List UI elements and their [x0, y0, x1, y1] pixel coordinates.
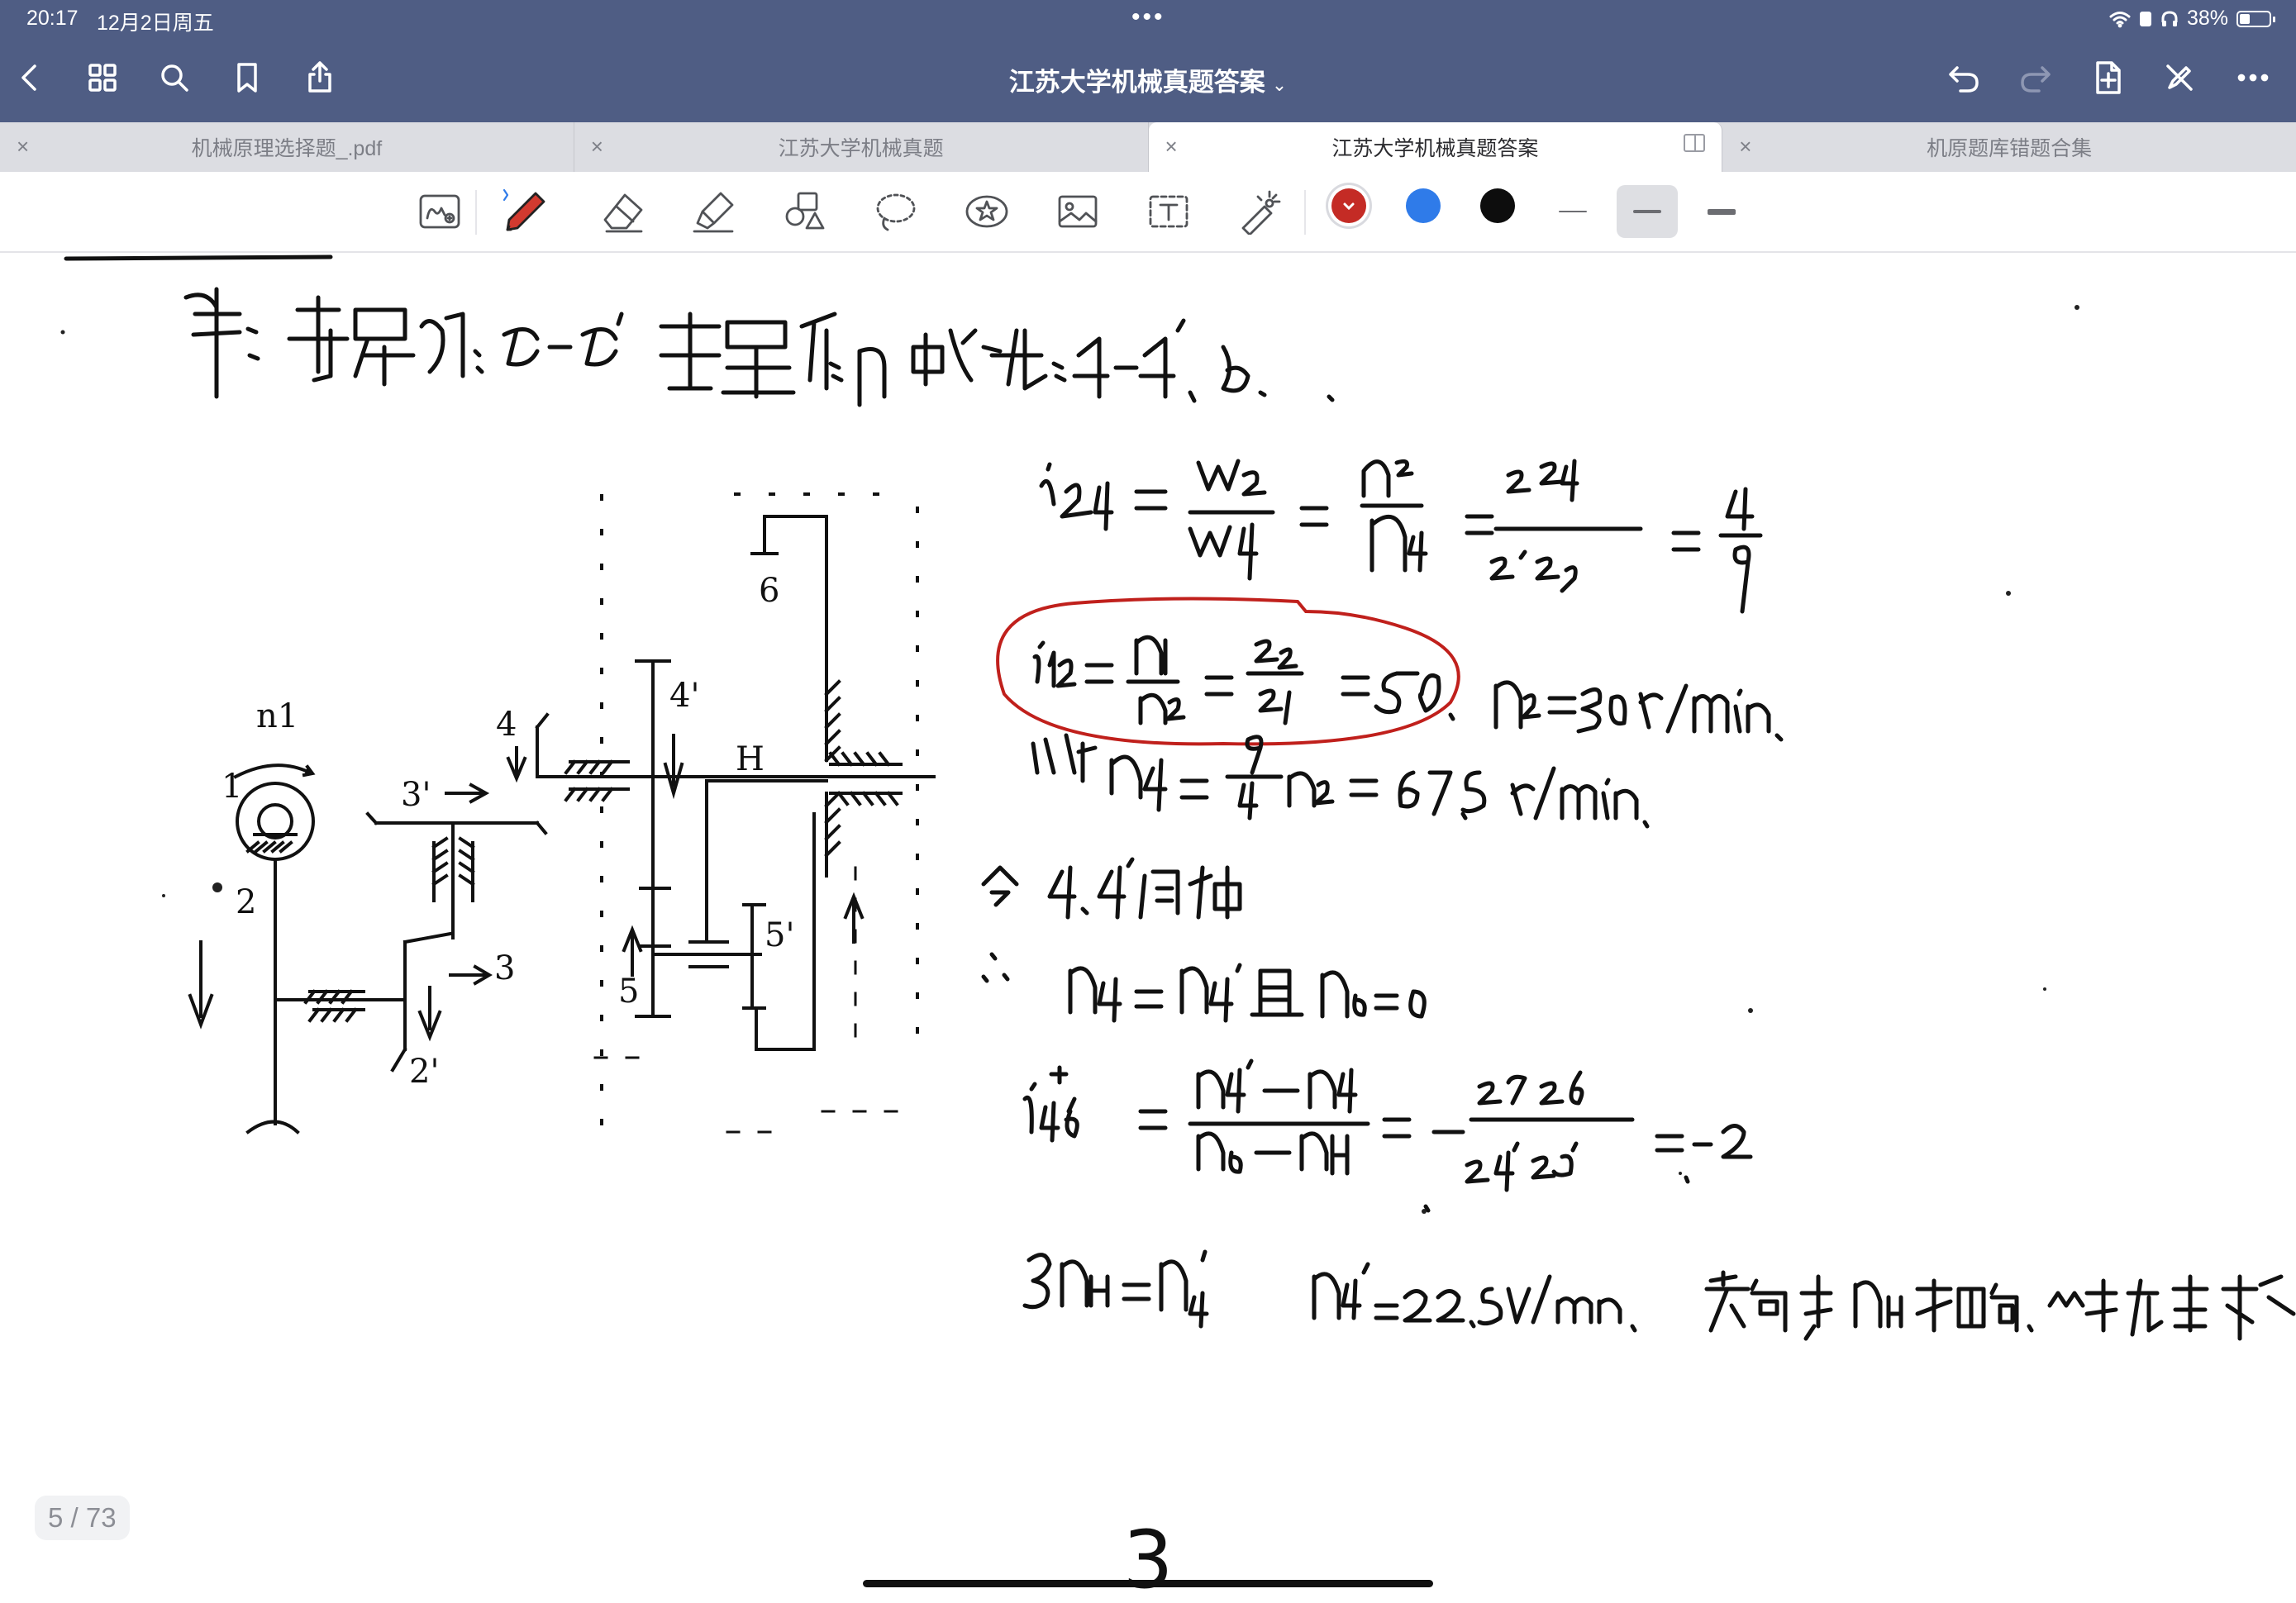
diagram-label-2-prime: 2'	[409, 1053, 439, 1091]
sticker-icon	[965, 195, 1008, 228]
pen-icon	[503, 188, 545, 231]
shapes-tool[interactable]	[779, 185, 831, 238]
color-swatch-red[interactable]	[1331, 188, 1366, 223]
more-icon	[2237, 74, 2269, 82]
diagram-label-4-prime: 4'	[669, 677, 699, 715]
close-tab-icon[interactable]: ×	[1739, 134, 1751, 159]
handwritten-solution: n1 1 2 2' 3 3' 4 4' 5 5' H 6	[60, 254, 2296, 1341]
status-date: 12月2日周五	[97, 12, 214, 35]
close-tab-icon[interactable]: ×	[591, 134, 603, 159]
add-page-button[interactable]	[2083, 53, 2132, 102]
document-tabs: × 机械原理选择题_.pdf × 江苏大学机械真题 × 江苏大学机械真题答案 ×…	[0, 122, 2296, 172]
tab-document-3-active[interactable]: × 江苏大学机械真题答案	[1148, 122, 1723, 172]
chevron-down-icon	[1343, 202, 1355, 211]
diagram-label-4: 4	[496, 706, 517, 744]
text-box-icon	[1149, 195, 1188, 228]
status-indicators: 38%	[2109, 7, 2275, 31]
app-header: 20:17 12月2日周五 ••• 38% 江苏大学机械真题答案 ⌄	[0, 0, 2296, 122]
pen-tool[interactable]	[499, 185, 552, 238]
equation-i12	[1032, 635, 1784, 742]
pen-off-icon	[2166, 64, 2193, 91]
eraser-icon	[603, 193, 643, 233]
diagram-label-1: 1	[222, 768, 242, 806]
status-time: 20:17	[26, 7, 79, 30]
highlighter-tool[interactable]	[688, 185, 741, 238]
diagram-label-2: 2	[236, 883, 256, 921]
diagram-label-6: 6	[759, 572, 779, 610]
diagram-label-5: 5	[618, 973, 639, 1011]
diagram-label-n1: n1	[256, 697, 298, 735]
headphones-icon	[2161, 10, 2178, 26]
undo-icon	[1949, 66, 1979, 93]
stroke-thick[interactable]	[1691, 185, 1752, 238]
laser-pointer-tool[interactable]	[1233, 185, 1286, 238]
tab-document-1[interactable]: × 机械原理选择题_.pdf	[0, 122, 574, 172]
image-tool[interactable]	[1051, 185, 1104, 238]
more-button[interactable]	[2228, 53, 2278, 102]
tab-label: 机原题库错题合集	[1927, 137, 2093, 160]
annotation-toolbar	[0, 172, 2296, 253]
handwriting-text-icon	[419, 194, 460, 229]
page-scrubber[interactable]	[863, 1580, 1433, 1587]
stroke-medium[interactable]	[1617, 185, 1678, 238]
color-swatch-black[interactable]	[1480, 188, 1515, 223]
equation-n4	[1031, 733, 1650, 829]
chevron-down-icon: ⌄	[1271, 74, 1288, 95]
equation-i46-H	[1022, 1058, 1753, 1213]
elements-tool[interactable]	[960, 185, 1013, 238]
redo-icon	[2021, 66, 2051, 93]
close-tab-icon[interactable]: ×	[17, 134, 29, 159]
page-number: 3	[1122, 1514, 1174, 1603]
laser-pointer-icon	[1241, 190, 1281, 235]
text-tool[interactable]	[1142, 185, 1195, 238]
lasso-tool[interactable]	[869, 185, 922, 238]
diagram-label-5-prime: 5'	[765, 916, 794, 954]
undo-button[interactable]	[1939, 53, 1989, 102]
battery-icon	[2236, 10, 2275, 27]
wifi-icon	[2109, 11, 2131, 27]
diagram-label-H: H	[736, 740, 765, 778]
shapes-icon	[785, 192, 825, 230]
multitasking-dots-icon[interactable]: •••	[1131, 3, 1165, 31]
pdf-page[interactable]: n1 1 2 2' 3 3' 4 4' 5 5' H 6 5 / 73 3	[0, 253, 2296, 1603]
handwriting-line-1	[64, 254, 1335, 407]
equation-n4-equal	[981, 952, 1427, 1023]
lasso-icon	[876, 193, 916, 231]
lock-rotation-icon	[2139, 11, 2151, 26]
tab-document-4[interactable]: × 机原题库错题合集	[1722, 122, 2296, 172]
tab-document-2[interactable]: × 江苏大学机械真题	[574, 122, 1149, 172]
redo-button[interactable]	[2011, 53, 2060, 102]
red-ink-circle	[996, 597, 1460, 746]
tab-label: 江苏大学机械真题	[778, 137, 944, 160]
coaxial-note	[981, 857, 1242, 920]
battery-percent: 38%	[2186, 7, 2228, 30]
diagram-label-3: 3	[494, 949, 515, 987]
split-view-icon[interactable]	[1684, 134, 1706, 152]
stroke-thin[interactable]	[1542, 185, 1603, 238]
gear-train-diagram: n1 1 2 2' 3 3' 4 4' 5 5' H 6	[188, 492, 936, 1134]
tab-label: 江苏大学机械真题答案	[1331, 137, 1539, 160]
handwriting-to-text-tool[interactable]	[413, 185, 466, 238]
close-tab-icon[interactable]: ×	[1165, 134, 1178, 159]
equation-3nH	[1022, 1249, 2296, 1341]
color-swatch-blue[interactable]	[1406, 188, 1441, 223]
close-toolbar-button[interactable]	[2155, 53, 2204, 102]
image-icon	[1058, 195, 1098, 228]
equation-i24	[1039, 459, 1763, 614]
tab-label: 机械原理选择题_.pdf	[191, 137, 383, 160]
highlighter-icon	[693, 192, 734, 233]
diagram-label-3-prime: 3'	[401, 776, 431, 814]
add-page-icon	[2096, 61, 2121, 94]
eraser-tool[interactable]	[597, 185, 650, 238]
